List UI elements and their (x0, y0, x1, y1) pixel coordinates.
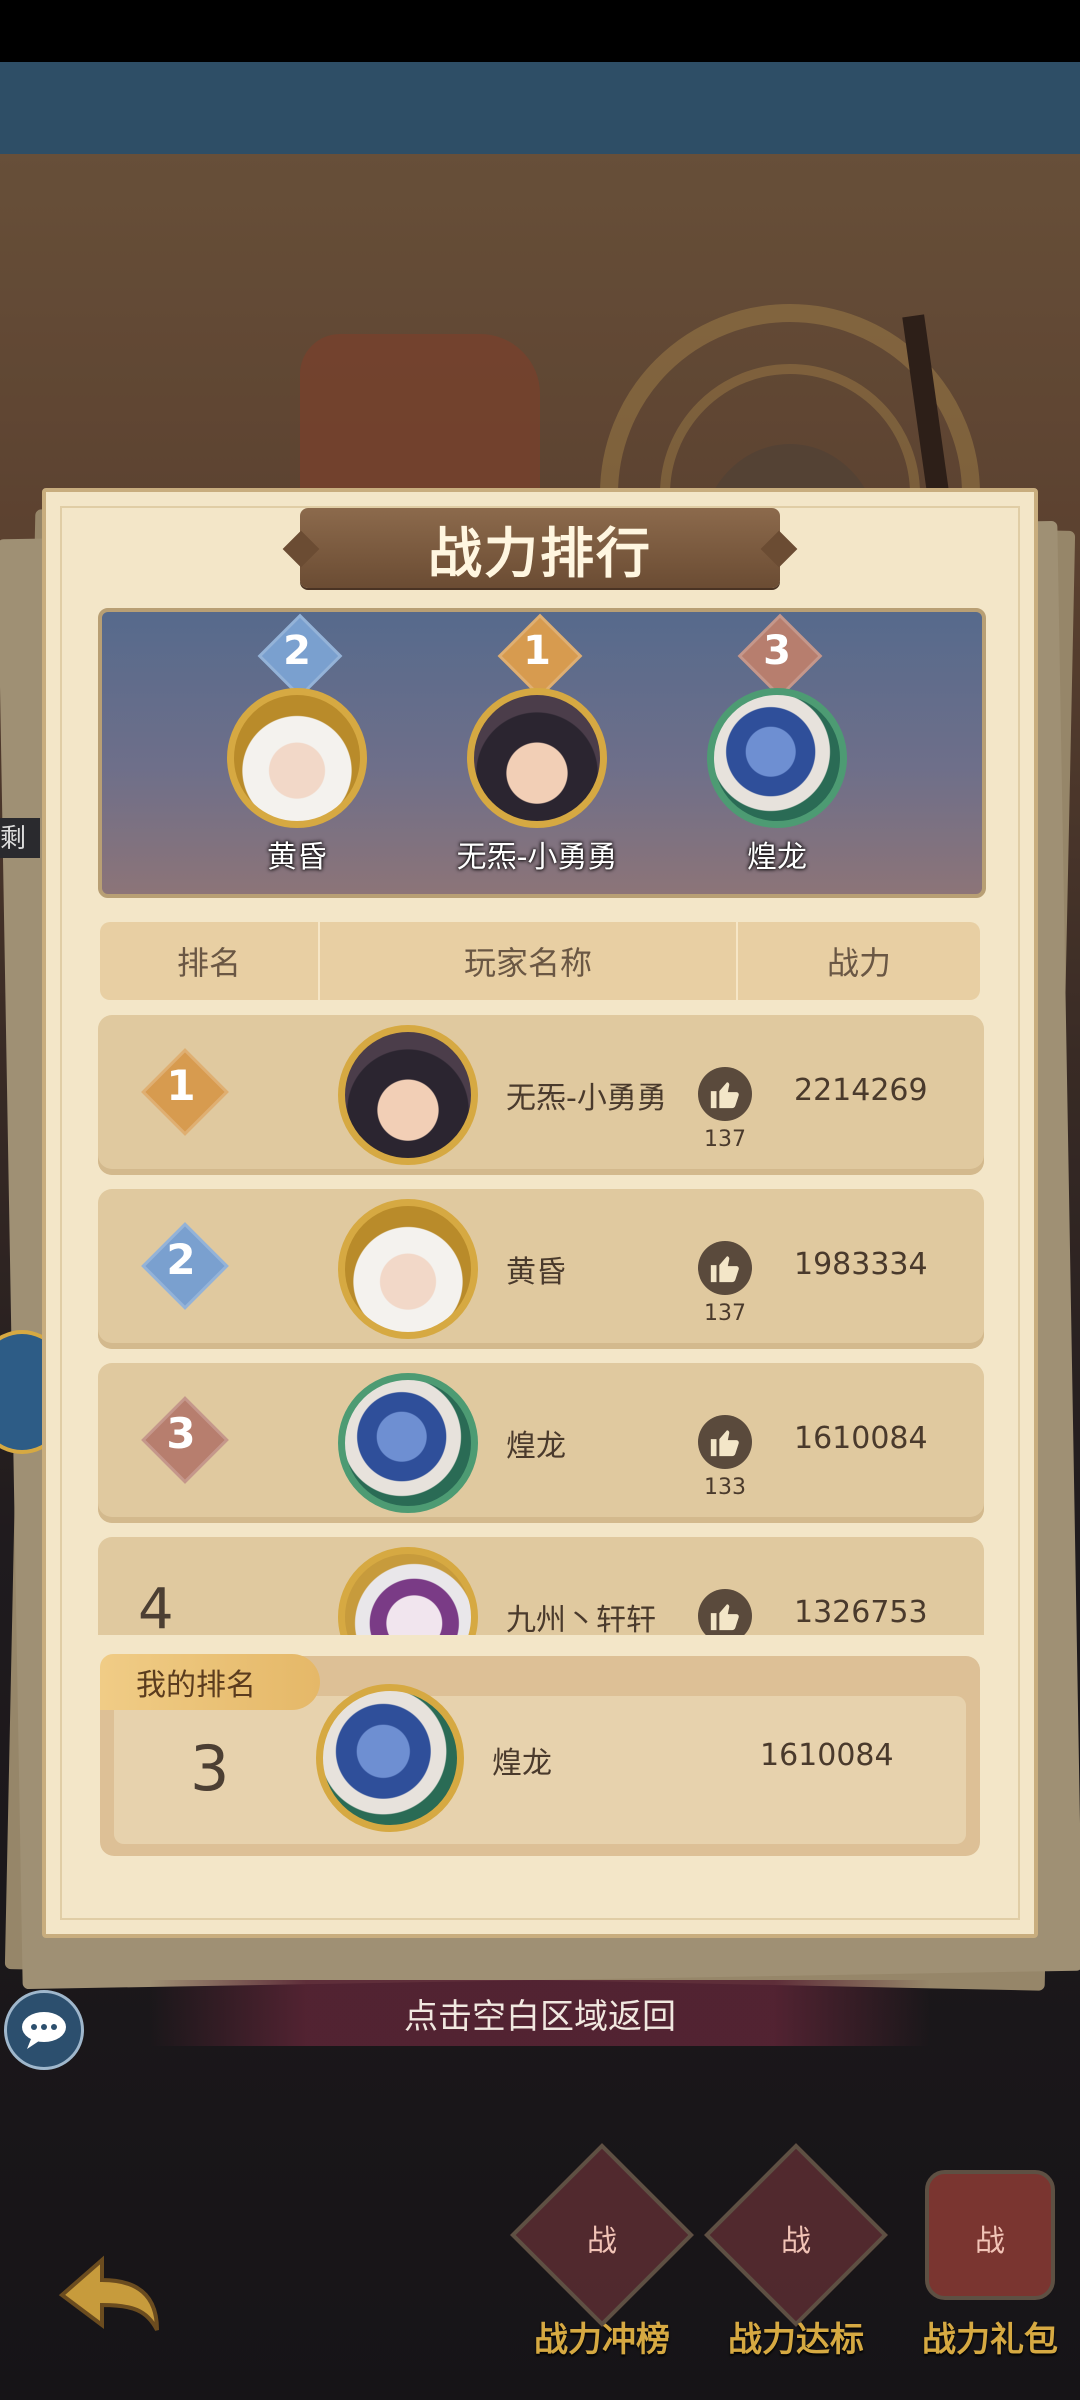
power-rush-button[interactable]: 战 战力冲榜 (510, 2143, 694, 2370)
power-value: 1610084 (794, 1421, 928, 1456)
avatar[interactable] (338, 1025, 478, 1165)
avatar[interactable] (227, 688, 367, 828)
player-name: 黄昏 (506, 1255, 566, 1290)
avatar[interactable] (707, 688, 847, 828)
podium-third[interactable]: 3 煌龙 (692, 613, 862, 876)
podium-second[interactable]: 2 黄昏 (212, 613, 382, 876)
power-value: 2214269 (794, 1073, 928, 1108)
table-row[interactable]: 2 黄昏 137 1983334 (98, 1189, 984, 1349)
like-count: 133 (704, 1475, 746, 1500)
my-power: 1610084 (760, 1738, 894, 1773)
thumbs-up-icon (710, 1430, 739, 1457)
power-target-label: 战力达标 (728, 2320, 864, 2360)
top-strip (0, 62, 1080, 154)
side-tag: 剩 (0, 818, 40, 858)
header-power: 战力 (826, 944, 891, 982)
podium-name: 无炁-小勇勇 (456, 840, 618, 875)
table-row[interactable]: 3 煌龙 133 1610084 (98, 1363, 984, 1523)
ranking-list[interactable]: 1 无炁-小勇勇 137 2214269 2 黄昏 137 1983334 3 … (98, 1015, 984, 1635)
header-name: 玩家名称 (463, 944, 592, 982)
rank-badge-gold: 1 (126, 1043, 236, 1143)
like-count: 137 (704, 1127, 746, 1152)
power-value: 1983334 (794, 1247, 928, 1282)
table-row[interactable]: 1 无炁-小勇勇 137 2214269 (98, 1015, 984, 1175)
thumbs-up-icon (710, 1082, 739, 1109)
avatar[interactable] (338, 1547, 478, 1635)
chat-button[interactable] (4, 1990, 84, 2070)
power-rush-label: 战力冲榜 (534, 2320, 670, 2360)
avatar[interactable] (338, 1199, 478, 1339)
power-gift-label: 战力礼包 (922, 2320, 1058, 2360)
rank-badge-3: 3 (737, 613, 823, 699)
header-rank: 排名 (176, 944, 241, 982)
my-avatar[interactable] (316, 1684, 464, 1832)
rank-number: 4 (138, 1577, 174, 1635)
player-name: 无炁-小勇勇 (506, 1081, 667, 1116)
like-button[interactable] (698, 1415, 752, 1469)
thumbs-up-icon (710, 1604, 739, 1631)
rank-badge-silver: 2 (126, 1217, 236, 1317)
power-target-button[interactable]: 战 战力达标 (704, 2143, 888, 2370)
chat-bubble-icon (22, 2012, 66, 2049)
table-header: 排名 玩家名称 战力 (100, 922, 980, 1000)
power-gift-button[interactable]: 战 战力礼包 (900, 2170, 1080, 2370)
my-rank-tag: 我的排名 (100, 1654, 320, 1710)
like-button[interactable] (698, 1067, 752, 1121)
avatar[interactable] (338, 1373, 478, 1513)
rank-badge-bronze: 3 (126, 1391, 236, 1491)
thumbs-up-icon (710, 1256, 739, 1283)
player-name: 九州丶轩轩 (506, 1603, 656, 1635)
like-button[interactable] (698, 1241, 752, 1295)
like-button[interactable] (698, 1589, 752, 1635)
podium-first[interactable]: 1 无炁-小勇勇 (452, 613, 622, 876)
table-row[interactable]: 4 九州丶轩轩 1326753 (98, 1537, 984, 1635)
my-name: 煌龙 (492, 1746, 552, 1781)
back-arrow-icon (58, 2255, 159, 2331)
podium: 2 黄昏 1 无炁-小勇勇 3 煌龙 (98, 608, 986, 898)
podium-name: 黄昏 (267, 840, 327, 875)
power-value: 1326753 (794, 1595, 928, 1630)
like-count: 137 (704, 1301, 746, 1326)
panel-title: 战力排行 (428, 521, 652, 585)
title-banner: 战力排行 (300, 508, 780, 588)
player-name: 煌龙 (506, 1429, 566, 1464)
rank-badge-1: 1 (497, 613, 583, 699)
back-button[interactable] (52, 2240, 172, 2350)
podium-name: 煌龙 (747, 840, 807, 875)
my-rank-number: 3 (190, 1732, 230, 1805)
rank-badge-2: 2 (257, 613, 343, 699)
status-bar (0, 0, 1080, 62)
avatar[interactable] (467, 688, 607, 828)
return-hint[interactable]: 点击空白区域返回 (150, 1980, 930, 2046)
